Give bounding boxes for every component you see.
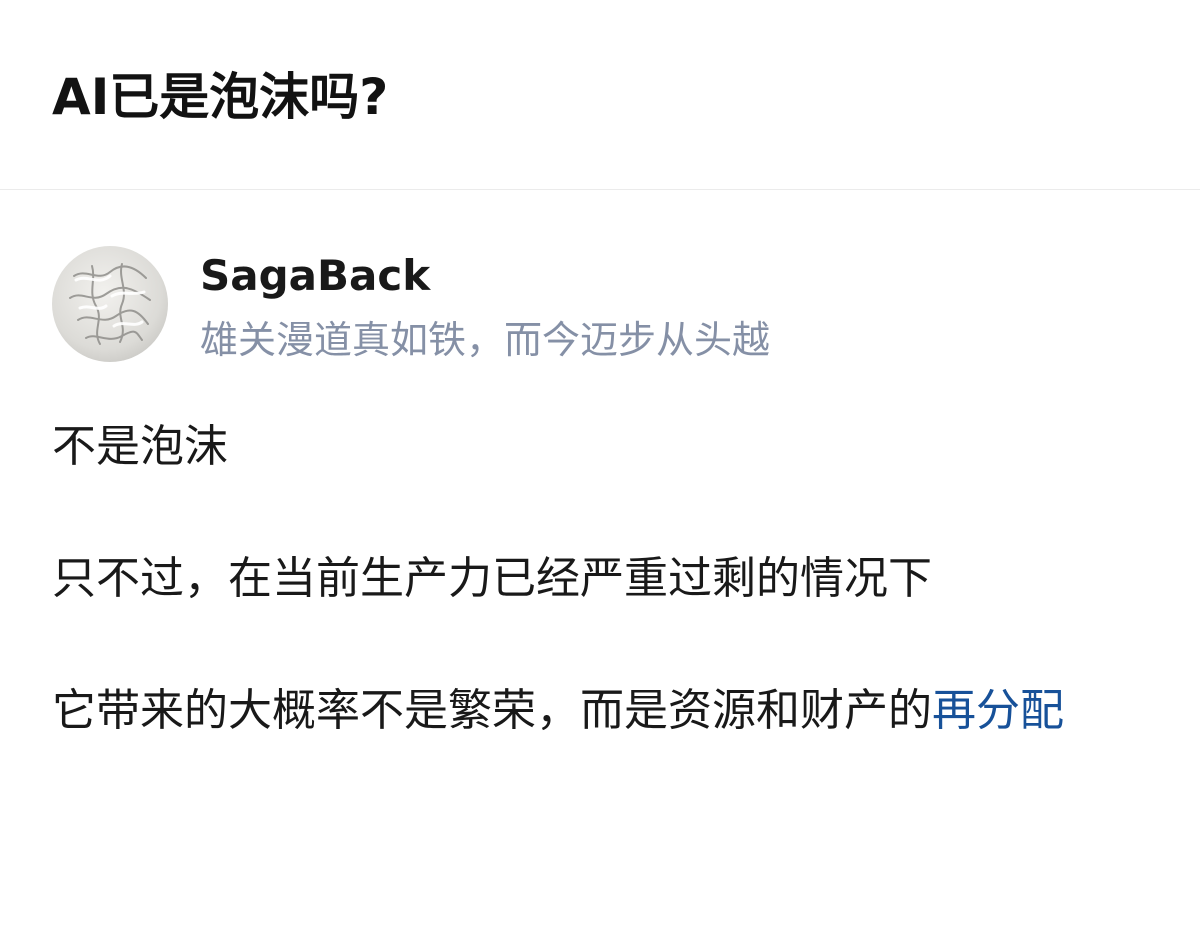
answer-paragraph: 只不过，在当前生产力已经严重过剩的情况下 bbox=[52, 553, 932, 604]
author-name[interactable]: SagaBack bbox=[200, 248, 430, 304]
author-bio: 雄关漫道真如铁，而今迈步从头越 bbox=[200, 318, 771, 362]
question-header: AI已是泡沫吗? bbox=[0, 0, 1200, 190]
answer-content: 不是泡沫 只不过，在当前生产力已经严重过剩的情况下 它带来的大概率不是繁荣，而是… bbox=[52, 414, 1132, 744]
author-info: SagaBack 雄关漫道真如铁，而今迈步从头越 bbox=[52, 246, 1152, 362]
avatar[interactable] bbox=[52, 246, 168, 362]
question-title[interactable]: AI已是泡沫吗? bbox=[52, 62, 388, 132]
answer-paragraph: 它带来的大概率不是繁荣，而是资源和财产的再分配 bbox=[52, 678, 1132, 744]
answer-paragraph-text: 它带来的大概率不是繁荣，而是资源和财产的 bbox=[52, 685, 932, 736]
answer-paragraph: 不是泡沫 bbox=[52, 421, 228, 472]
redistribution-link[interactable]: 再分配 bbox=[932, 685, 1064, 736]
textured-plaster-avatar-icon bbox=[52, 246, 168, 362]
